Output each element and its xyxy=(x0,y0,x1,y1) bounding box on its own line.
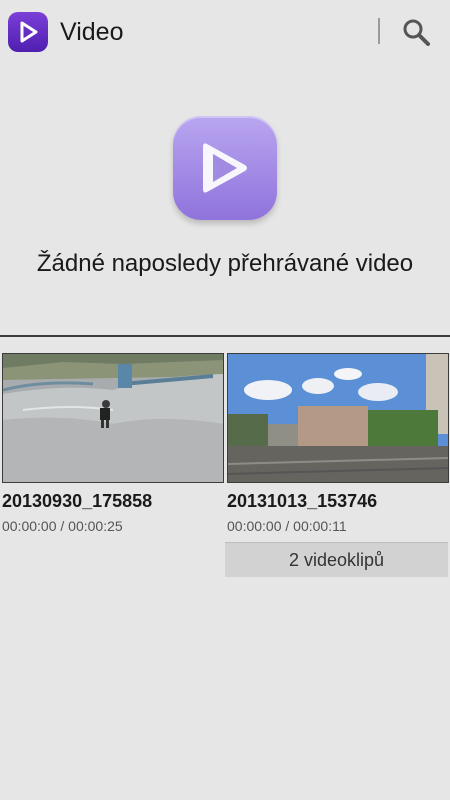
folder-video-count-button[interactable]: 2 videoklipů xyxy=(225,542,448,577)
action-bar-divider xyxy=(378,18,380,44)
app-title: Video xyxy=(60,18,124,46)
video-duration: 00:00:00 / 00:00:11 xyxy=(227,518,347,534)
video-title: 20130930_175858 xyxy=(2,491,153,511)
search-icon xyxy=(403,19,430,46)
search-button[interactable] xyxy=(396,14,436,50)
video-item[interactable]: 20131013_153746 00:00:00 / 00:00:11 xyxy=(227,353,449,534)
video-thumbnail[interactable] xyxy=(227,353,449,483)
video-item[interactable]: 20130930_175858 00:00:00 / 00:00:25 xyxy=(2,353,224,534)
video-duration: 00:00:00 / 00:00:25 xyxy=(2,518,123,534)
empty-state-message: Žádné naposledy přehrávané video xyxy=(36,250,414,277)
action-bar: Video xyxy=(0,0,450,66)
play-icon xyxy=(20,21,38,43)
video-app-icon[interactable] xyxy=(8,12,48,52)
video-thumbnail[interactable] xyxy=(2,353,224,483)
section-divider xyxy=(0,335,450,337)
play-icon xyxy=(203,143,247,193)
empty-state-video-icon xyxy=(173,116,277,220)
video-title: 20131013_153746 xyxy=(227,491,378,511)
